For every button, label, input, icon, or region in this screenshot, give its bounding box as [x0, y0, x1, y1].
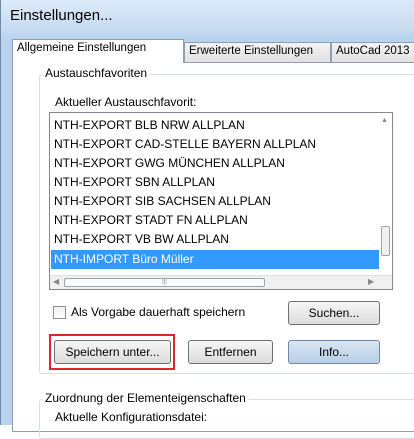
favorites-listbox[interactable]: NTH-EXPORT BLB NRW ALLPLAN NTH-EXPORT CA… — [49, 112, 393, 290]
listbox-horizontal-scrollbar[interactable]: ◀ ||| ▶ — [50, 275, 392, 289]
list-item[interactable]: NTH-EXPORT BLB NRW ALLPLAN — [54, 116, 245, 135]
property-mapping-title: Zuordnung der Elementeigenschaften — [42, 391, 249, 405]
config-file-label: Aktuelle Konfigurationsdatei: — [55, 410, 208, 424]
tab-general-settings[interactable]: Allgemeine Einstellungen — [12, 39, 184, 63]
list-item[interactable]: NTH-EXPORT GWG MÜNCHEN ALLPLAN — [54, 154, 285, 173]
info-button[interactable]: Info... — [288, 340, 380, 364]
listbox-vertical-scrollbar[interactable]: ▲ — [379, 113, 392, 275]
list-item[interactable]: NTH-EXPORT CAD-STELLE BAYERN ALLPLAN — [54, 135, 316, 154]
save-default-checkbox[interactable] — [53, 306, 66, 319]
scroll-right-arrow-icon[interactable]: ▶ — [368, 277, 374, 286]
save-default-label: Als Vorgabe dauerhaft speichern — [71, 305, 246, 319]
exchange-favorites-title: Austauschfavoriten — [42, 66, 151, 80]
scroll-up-arrow-icon[interactable]: ▲ — [381, 117, 388, 124]
settings-window: Einstellungen... Allgemeine Einstellunge… — [0, 0, 414, 439]
vertical-scroll-thumb[interactable] — [381, 226, 390, 256]
title-bar[interactable]: Einstellungen... — [1, 0, 414, 34]
window-title: Einstellungen... — [10, 7, 113, 24]
remove-button[interactable]: Entfernen — [188, 340, 273, 364]
current-favorite-label: Aktueller Austauschfavorit: — [55, 95, 197, 109]
horizontal-scroll-thumb[interactable]: ||| — [64, 278, 265, 287]
tab-advanced-settings[interactable]: Erweiterte Einstellungen — [184, 42, 331, 62]
save-as-button[interactable]: Speichern unter... — [54, 340, 171, 364]
list-item[interactable]: NTH-EXPORT STADT FN ALLPLAN — [54, 211, 248, 230]
list-item[interactable]: NTH-EXPORT SIB SACHSEN ALLPLAN — [54, 192, 271, 211]
scroll-left-arrow-icon[interactable]: ◀ — [53, 277, 59, 286]
list-item[interactable]: NTH-EXPORT VB BW ALLPLAN — [54, 230, 229, 249]
list-item-selected[interactable]: NTH-IMPORT Büro Müller — [51, 250, 380, 269]
list-item[interactable]: NTH-EXPORT SBN ALLPLAN — [54, 173, 215, 192]
tab-autocad-2013[interactable]: AutoCad 2013 — [331, 42, 414, 62]
search-button[interactable]: Suchen... — [288, 301, 380, 325]
